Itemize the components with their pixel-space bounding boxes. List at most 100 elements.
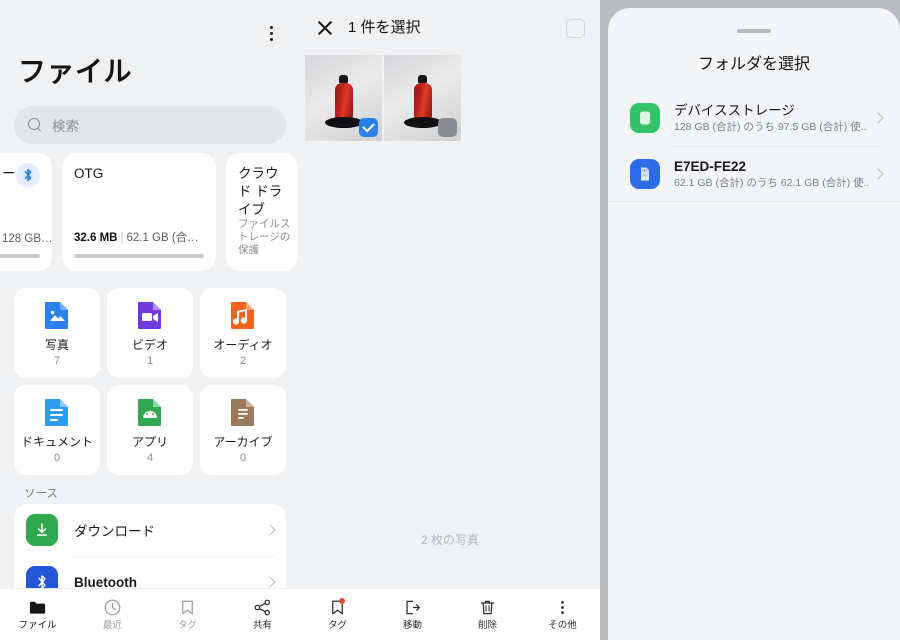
- source-label: ダウンロード: [74, 524, 155, 539]
- picker-selection-title: 1 件を選択: [348, 19, 421, 36]
- search-icon: [28, 118, 42, 132]
- storage-card-meta: 128 GB…: [2, 233, 53, 245]
- category-label: 写真: [44, 337, 69, 352]
- bookmark-icon: [328, 598, 347, 617]
- folder-list: デバイスストレージ 128 GB (合計) のうち 97.5 GB (合計) 使…: [608, 90, 900, 202]
- folder-select-sheet: フォルダを選択 デバイスストレージ 128 GB (合計) のうち 97.5 G…: [608, 8, 900, 640]
- photo-content: [403, 75, 442, 128]
- bottom-item-label: 共有: [252, 620, 272, 631]
- category-card-apps[interactable]: アプリ 4: [107, 385, 193, 475]
- internal-storage-icon: [630, 103, 660, 133]
- chevron-right-icon: [264, 524, 276, 536]
- bottom-item-tag-action[interactable]: タグ: [300, 589, 375, 640]
- storage-card-partial[interactable]: ー 128 GB…: [0, 153, 53, 271]
- category-count: 7: [53, 354, 61, 367]
- storage-cards-strip[interactable]: ー 128 GB… OTG 32.6 MB | 62.1 GB (合… クラウド…: [0, 153, 300, 271]
- sd-card-glyph: [641, 167, 649, 180]
- checkbox-unchecked-icon[interactable]: [566, 19, 585, 38]
- sources-section-label: ソース: [24, 488, 58, 500]
- storage-card-otg[interactable]: OTG 32.6 MB | 62.1 GB (合…: [62, 153, 216, 271]
- video-file-icon: [138, 301, 161, 329]
- bottom-item-label: 移動: [402, 620, 422, 631]
- bottom-item-label: タグ: [177, 620, 197, 631]
- search-placeholder: 検索: [52, 119, 79, 134]
- sd-card-icon: [630, 158, 660, 189]
- page-title: ファイル: [18, 56, 133, 87]
- apk-file-icon: [138, 398, 161, 426]
- close-icon[interactable]: [315, 18, 335, 38]
- bottom-item-share[interactable]: 共有: [225, 589, 300, 640]
- bluetooth-glyph: [24, 168, 32, 182]
- chevron-right-icon: [264, 576, 276, 588]
- folder-row-text: E7ED-FE22 62.1 GB (合計) のうち 62.1 GB (合計) …: [674, 158, 874, 190]
- storage-card-total: 62.1 GB (合…: [126, 232, 199, 244]
- storage-progress-bar: [0, 254, 40, 258]
- bottom-item-recent[interactable]: 最近: [75, 589, 150, 640]
- download-glyph: [36, 523, 48, 536]
- photo-thumbnail-1[interactable]: [305, 55, 382, 141]
- category-label: ドキュメント: [20, 434, 93, 449]
- thumbnail-checkbox-selected[interactable]: [359, 118, 378, 137]
- search-input[interactable]: 検索: [14, 106, 286, 144]
- archive-file-icon: [231, 398, 254, 426]
- picker-topbar: 1 件を選択: [300, 0, 600, 55]
- move-icon: [403, 598, 422, 617]
- folder-storage-info: 62.1 GB (合計) のうち 62.1 GB (合計) 使..: [674, 176, 870, 189]
- bluetooth-icon: [16, 163, 40, 187]
- chevron-right-icon: [872, 167, 884, 180]
- category-count: 4: [146, 451, 154, 464]
- category-grid: 写真 7 ビデオ 1 オーディオ 2 ドキュメント 0 アプリ 4 アーカイブ …: [14, 288, 286, 475]
- photo-count-label: 2 枚の写真: [420, 533, 479, 547]
- folder-row-device-storage[interactable]: デバイスストレージ 128 GB (合計) のうち 97.5 GB (合計) 使…: [608, 90, 900, 146]
- storage-progress-bar: [74, 254, 204, 258]
- folder-row-sd-card[interactable]: E7ED-FE22 62.1 GB (合計) のうち 62.1 GB (合計) …: [608, 146, 900, 202]
- screen-root: ファイル 検索 ー 128 GB… OTG 32.6 MB | 62.1 GB …: [0, 0, 900, 640]
- category-label: アプリ: [131, 434, 168, 449]
- bottom-item-label: ファイル: [18, 620, 57, 631]
- photo-thumbnail-2[interactable]: [384, 55, 461, 141]
- storage-card-used: 32.6 MB: [74, 232, 118, 244]
- audio-file-icon: [231, 301, 254, 329]
- bottom-item-move[interactable]: 移動: [375, 589, 450, 640]
- drag-handle[interactable]: [737, 29, 771, 33]
- share-icon: [253, 598, 272, 617]
- storage-card-meta-rest: 128 GB…: [2, 233, 53, 245]
- bottom-item-more[interactable]: その他: [525, 589, 600, 640]
- files-header: ファイル: [0, 0, 300, 95]
- category-card-archives[interactable]: アーカイブ 0: [200, 385, 286, 475]
- notification-badge-dot: [339, 598, 345, 604]
- storage-card-cloud-drive[interactable]: クラウド ドライブ ファイルストレージの保護: [226, 153, 298, 271]
- category-label: ビデオ: [131, 337, 168, 352]
- folder-name: E7ED-FE22: [674, 158, 747, 174]
- category-count: 0: [239, 451, 247, 464]
- more-vertical-icon[interactable]: [258, 20, 284, 46]
- files-app-panel: ファイル 検索 ー 128 GB… OTG 32.6 MB | 62.1 GB …: [0, 0, 300, 640]
- category-card-photos[interactable]: 写真 7: [14, 288, 100, 378]
- download-icon: [26, 514, 58, 546]
- folder-icon: [28, 598, 47, 617]
- folder-storage-info: 128 GB (合計) のうち 97.5 GB (合計) 使..: [674, 121, 867, 133]
- bottom-item-tags[interactable]: タグ: [150, 589, 225, 640]
- folder-row-text: デバイスストレージ 128 GB (合計) のうち 97.5 GB (合計) 使…: [674, 102, 874, 134]
- category-card-audio[interactable]: オーディオ 2: [200, 288, 286, 378]
- image-file-icon: [45, 301, 68, 329]
- category-card-videos[interactable]: ビデオ 1: [107, 288, 193, 378]
- bottom-navigation-bar: ファイル 最近 タグ 共有 タグ 移動 削除 その他: [0, 588, 600, 640]
- photo-content: [324, 75, 363, 128]
- bottom-item-label: その他: [548, 620, 577, 631]
- thumbnail-checkbox-unselected[interactable]: [438, 118, 457, 137]
- storage-card-meta: 32.6 MB | 62.1 GB (合…: [74, 232, 199, 244]
- storage-card-title: クラウド ドライブ: [238, 166, 283, 217]
- sheet-title: フォルダを選択: [697, 56, 810, 73]
- source-item-downloads[interactable]: ダウンロード: [14, 504, 286, 556]
- bottom-item-delete[interactable]: 削除: [450, 589, 525, 640]
- internal-storage-glyph: [640, 111, 650, 125]
- storage-card-title: OTG: [74, 166, 104, 181]
- clock-icon: [103, 598, 122, 617]
- category-count: 1: [146, 354, 154, 367]
- bottom-item-files[interactable]: ファイル: [0, 589, 75, 640]
- bottom-item-label: 最近: [102, 620, 122, 631]
- category-card-documents[interactable]: ドキュメント 0: [14, 385, 100, 475]
- category-label: アーカイブ: [213, 434, 273, 449]
- bottom-item-label: タグ: [327, 620, 347, 631]
